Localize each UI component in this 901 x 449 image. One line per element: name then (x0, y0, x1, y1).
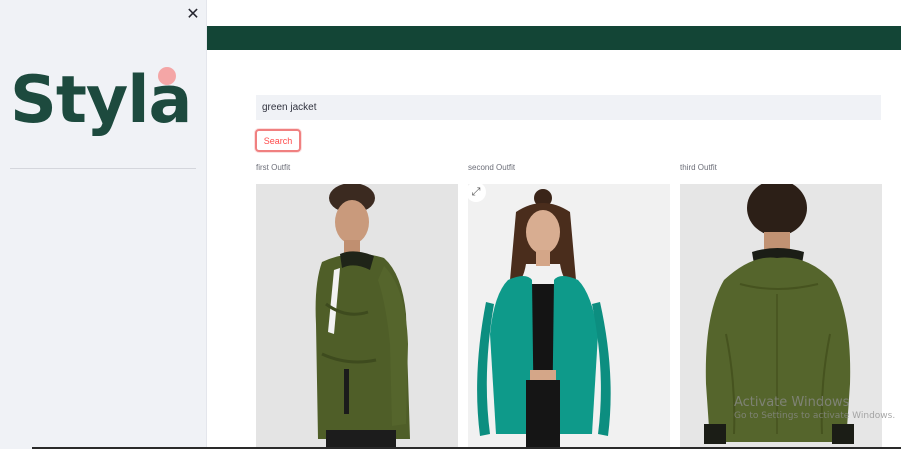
page-title: What outfit are you searching for ? (256, 26, 676, 50)
watermark-title: Activate Windows (734, 395, 850, 410)
search-button[interactable]: Search (255, 129, 301, 152)
outfit-image-second: ⤢ (468, 184, 670, 449)
outfit-label-third: third Outfit (680, 163, 717, 172)
sidebar-divider (10, 168, 196, 169)
activate-windows-watermark: Activate Windows Go to Settings to activ… (734, 395, 895, 421)
page-title-text: What outfit are you searching for ? (256, 38, 676, 50)
watermark-subtitle: Go to Settings to activate Windows. (734, 411, 896, 421)
close-sidebar-icon[interactable]: ✕ (185, 5, 201, 23)
main-content: What outfit are you searching for ? Sear… (207, 0, 901, 449)
outfit-photo-first (256, 184, 458, 449)
outfit-label-first: first Outfit (256, 163, 291, 172)
sidebar: ✕ Styla (0, 0, 207, 449)
logo-dot (158, 67, 176, 85)
outfit-photo-second (468, 184, 670, 449)
outfit-image-first (256, 184, 458, 449)
search-input[interactable] (256, 95, 881, 120)
outfit-label-second: second Outfit (468, 163, 516, 172)
